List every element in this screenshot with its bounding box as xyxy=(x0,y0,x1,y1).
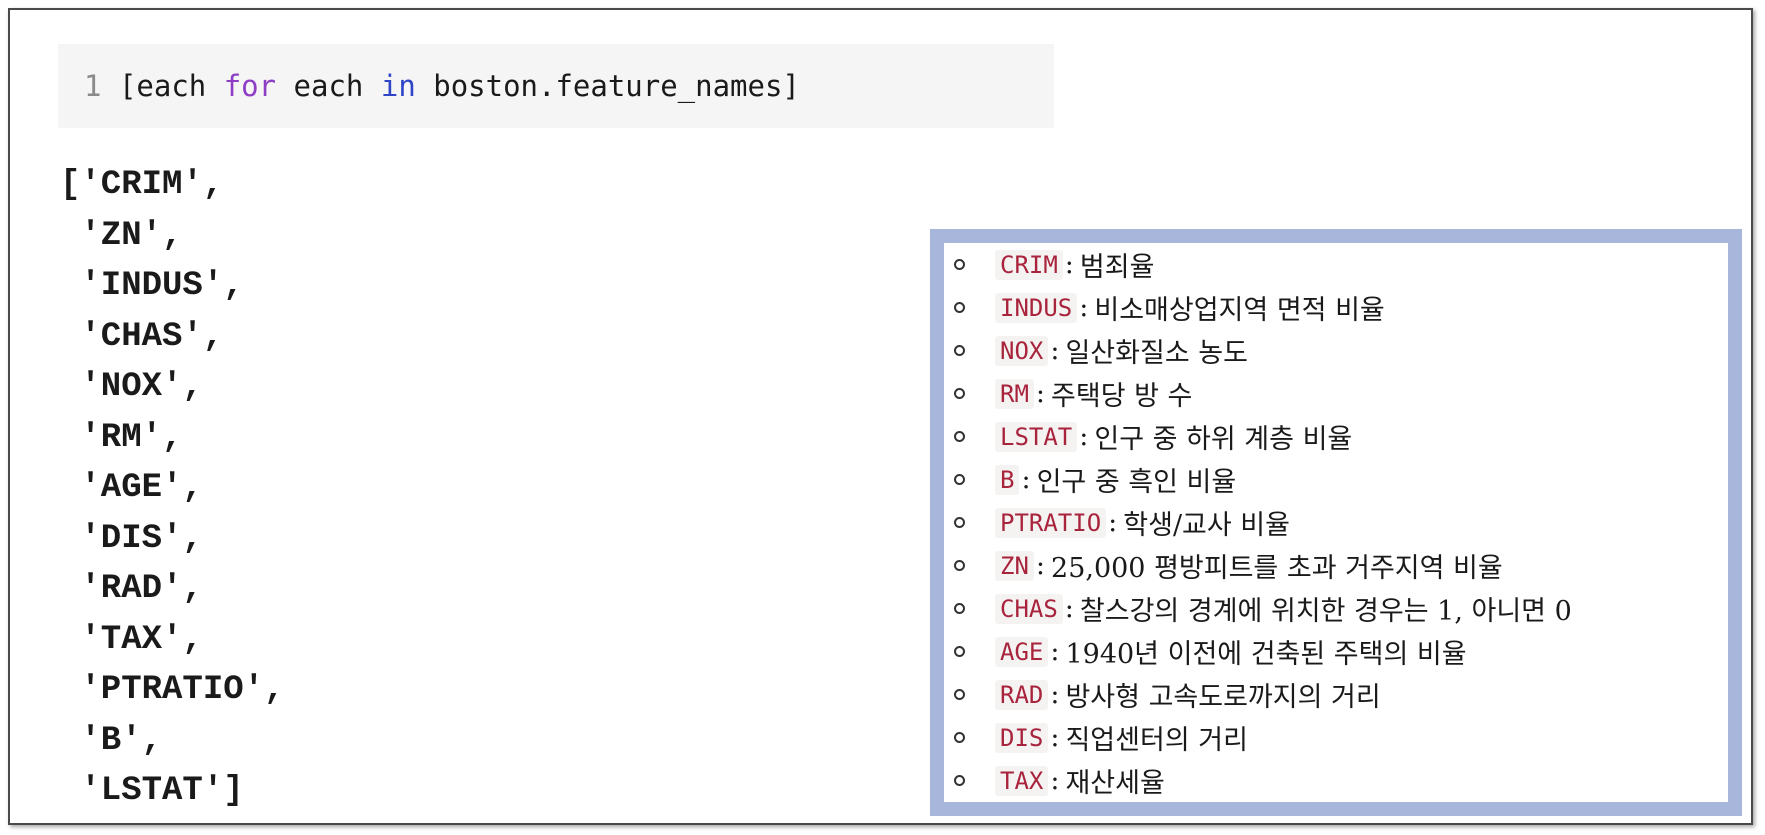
list-item: INDUS: 비소매상업지역 면적 비율 xyxy=(954,286,1572,329)
feature-term: INDUS xyxy=(995,292,1078,323)
output-line: 'RM', xyxy=(60,418,183,457)
feature-description: 재산세율 xyxy=(1065,768,1165,799)
feature-description: 직업센터의 거리 xyxy=(1065,725,1248,756)
bullet-icon xyxy=(954,732,965,743)
separator: : xyxy=(1079,421,1089,452)
feature-description: 일산화질소 농도 xyxy=(1065,338,1248,369)
line-number: 1 xyxy=(84,69,102,103)
separator: : xyxy=(1050,636,1060,667)
output-line: 'DIS', xyxy=(60,519,203,558)
bullet-icon xyxy=(954,775,965,786)
feature-description: 범죄율 xyxy=(1079,252,1155,283)
code-token: each xyxy=(276,69,381,103)
bullet-icon xyxy=(954,517,965,528)
list-item: AGE:1940년 이전에 건축된 주택의 비율 xyxy=(954,630,1572,673)
feature-term: CRIM xyxy=(995,249,1063,280)
separator: : xyxy=(1050,335,1060,366)
feature-description: 찰스강의 경계에 위치한 경우는 1, 아니면 0 xyxy=(1079,596,1572,627)
code-keyword-for: for xyxy=(223,69,277,103)
separator: : xyxy=(1108,507,1118,538)
feature-description: 방사형 고속도로까지의 거리 xyxy=(1065,682,1381,713)
separator: : xyxy=(1035,378,1046,409)
output-line: 'LSTAT'] xyxy=(60,772,244,810)
feature-term: CHAS xyxy=(995,593,1063,624)
list-item: TAX: 재산세율 xyxy=(954,759,1572,802)
list-item: B: 인구 중 흑인 비율 xyxy=(954,458,1572,501)
bullet-icon xyxy=(954,560,965,571)
feature-description: 인구 중 흑인 비율 xyxy=(1036,467,1237,498)
feature-description: 인구 중 하위 계층 비율 xyxy=(1094,424,1353,455)
feature-term: TAX xyxy=(995,765,1049,796)
bullet-icon xyxy=(954,345,965,356)
bullet-icon xyxy=(954,259,965,270)
separator: : xyxy=(1079,292,1089,323)
feature-legend-list: CRIM: 범죄율 INDUS: 비소매상업지역 면적 비율 NOX: 일산화질소 농… xyxy=(954,243,1572,802)
separator: : xyxy=(1064,593,1074,624)
output-line: 'AGE', xyxy=(60,469,203,507)
output-line: 'NOX', xyxy=(60,368,203,406)
bullet-icon xyxy=(954,388,965,399)
bullet-icon xyxy=(954,474,965,485)
separator: : xyxy=(1050,765,1060,796)
feature-term: RAD xyxy=(995,679,1049,710)
separator: : xyxy=(1064,249,1074,280)
code-token: boston.feature_names] xyxy=(415,69,800,103)
bullet-icon xyxy=(954,431,965,442)
list-item: NOX: 일산화질소 농도 xyxy=(954,329,1572,372)
feature-description: 비소매상업지역 면적 비율 xyxy=(1094,295,1385,326)
feature-term: LSTAT xyxy=(995,421,1078,452)
bullet-icon xyxy=(954,646,965,657)
list-item: LSTAT: 인구 중 하위 계층 비율 xyxy=(954,415,1572,458)
list-item: RM: 주택당 방 수 xyxy=(954,372,1572,415)
separator: : xyxy=(1050,722,1060,753)
feature-term: AGE xyxy=(995,636,1049,667)
bullet-icon xyxy=(954,302,965,313)
bullet-icon xyxy=(954,603,965,614)
feature-term: NOX xyxy=(995,335,1049,366)
feature-term: ZN xyxy=(995,550,1034,581)
feature-description: 주택당 방 수 xyxy=(1051,381,1193,412)
separator: : xyxy=(1021,464,1031,495)
list-item: DIS: 직업센터의 거리 xyxy=(954,716,1572,759)
output-line: 'B', xyxy=(60,721,163,760)
code-token: [each xyxy=(118,69,224,103)
output-line: 'RAD', xyxy=(60,570,203,608)
output-line: 'ZN', xyxy=(60,216,183,255)
feature-term: RM xyxy=(995,378,1034,409)
code-keyword-in: in xyxy=(380,69,416,103)
code-cell[interactable]: 1 [each for each in boston.feature_names… xyxy=(58,44,1054,128)
cell-output: ['CRIM', 'ZN', 'INDUS', 'CHAS', 'NOX', '… xyxy=(60,160,284,817)
bullet-icon xyxy=(954,689,965,700)
list-item: CHAS: 찰스강의 경계에 위치한 경우는 1, 아니면 0 xyxy=(954,587,1572,630)
feature-description: 1940년 이전에 건축된 주택의 비율 xyxy=(1065,639,1467,670)
output-line: ['CRIM', xyxy=(60,166,224,204)
separator: : xyxy=(1050,679,1060,710)
list-item: CRIM: 범죄율 xyxy=(954,243,1572,286)
feature-description: 25,000 평방피트를 초과 거주지역 비율 xyxy=(1051,553,1503,584)
output-line: 'TAX', xyxy=(60,620,203,659)
feature-description: 학생/교사 비율 xyxy=(1123,510,1290,541)
feature-term: PTRATIO xyxy=(995,507,1107,538)
feature-legend-box: CRIM: 범죄율 INDUS: 비소매상업지역 면적 비율 NOX: 일산화질소 농… xyxy=(930,229,1742,816)
list-item: ZN:25,000 평방피트를 초과 거주지역 비율 xyxy=(954,544,1572,587)
separator: : xyxy=(1035,550,1046,581)
output-line: 'PTRATIO', xyxy=(60,671,285,709)
list-item: RAD: 방사형 고속도로까지의 거리 xyxy=(954,673,1572,716)
output-line: 'INDUS', xyxy=(60,267,244,305)
output-line: 'CHAS', xyxy=(60,317,224,356)
list-item: PTRATIO: 학생/교사 비율 xyxy=(954,501,1572,544)
feature-term: DIS xyxy=(995,722,1049,753)
feature-term: B xyxy=(995,464,1020,495)
